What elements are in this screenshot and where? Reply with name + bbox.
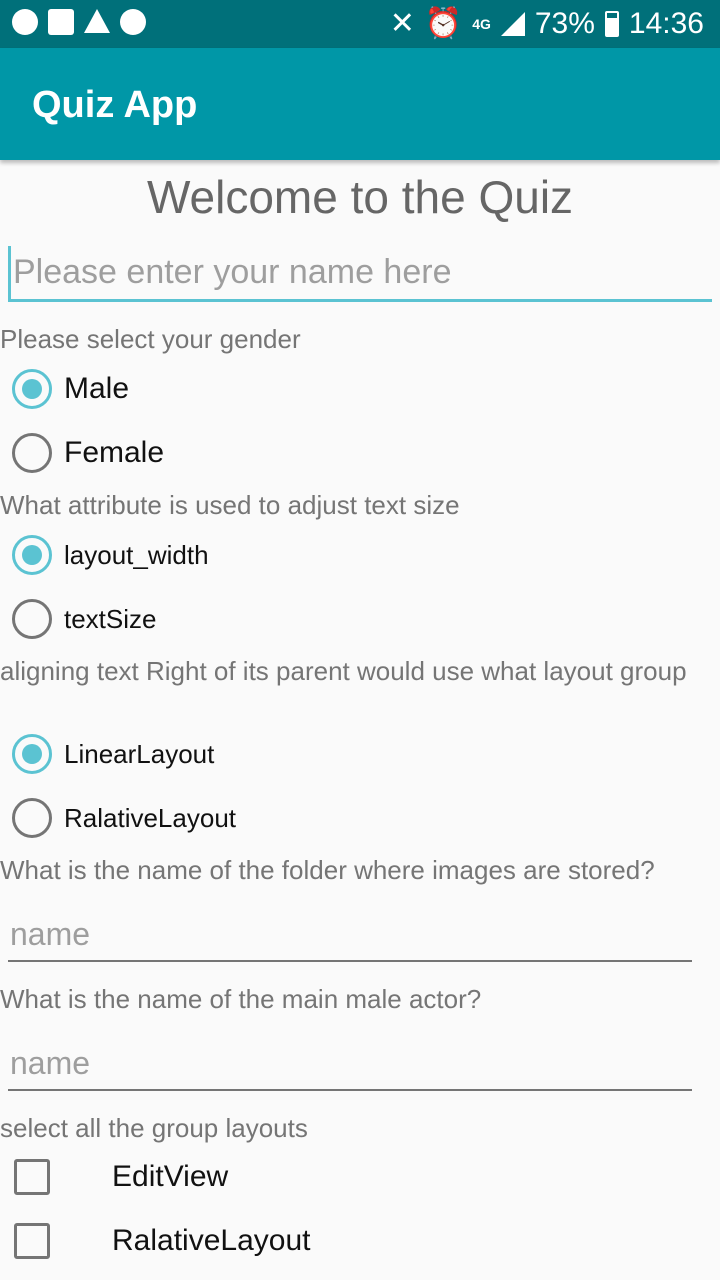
network-type: 4G	[472, 15, 491, 32]
mute-icon: ✕	[389, 7, 415, 40]
status-indicators: ✕ ⏰ 4G 73% 14:36	[390, 6, 704, 41]
radio-label: RalativeLayout	[64, 802, 236, 833]
clock: 14:36	[628, 6, 704, 40]
checkbox-label: EditView	[112, 1160, 229, 1193]
warning-icon	[84, 9, 110, 33]
q1-option-textsize[interactable]: textSize	[12, 599, 157, 639]
radio-label: LinearLayout	[64, 738, 215, 769]
name-input[interactable]	[8, 246, 712, 302]
radio-label: textSize	[64, 603, 157, 634]
q5-option-ralativelayout[interactable]: RalativeLayout	[14, 1223, 310, 1259]
notification-icons	[12, 9, 146, 35]
radio-label: layout_width	[64, 539, 209, 570]
checkbox-icon[interactable]	[14, 1223, 50, 1259]
radio-label: Female	[64, 436, 165, 469]
radio-selected-icon	[12, 535, 52, 575]
q1-question: What attribute is used to adjust text si…	[0, 490, 460, 520]
signal-icon	[500, 11, 525, 36]
checkbox-label: RalativeLayout	[112, 1224, 311, 1257]
q5-option-editview[interactable]: EditView	[14, 1159, 228, 1195]
radio-label: Male	[64, 372, 130, 405]
q2-question: aligning text Right of its parent would …	[0, 656, 687, 686]
checkbox-icon[interactable]	[14, 1159, 50, 1195]
gender-question: Please select your gender	[0, 324, 301, 354]
battery-percent: 73%	[534, 6, 595, 40]
alarm-icon: ⏰	[424, 7, 463, 40]
status-bar: ✕ ⏰ 4G 73% 14:36	[0, 0, 720, 48]
music-icon	[12, 9, 38, 35]
radio-unselected-icon	[12, 798, 52, 838]
gender-female-radio[interactable]: Female	[12, 433, 164, 473]
q1-option-layout-width[interactable]: layout_width	[12, 535, 209, 575]
radio-selected-icon	[12, 734, 52, 774]
q5-question: select all the group layouts	[0, 1113, 308, 1143]
battery-icon	[604, 10, 619, 37]
q3-answer-input[interactable]	[8, 908, 692, 962]
radio-unselected-icon	[12, 433, 52, 473]
q2-option-linearlayout[interactable]: LinearLayout	[12, 734, 214, 774]
app-title: Quiz App	[32, 84, 198, 126]
page-title: Welcome to the Quiz	[146, 171, 574, 223]
gender-male-radio[interactable]: Male	[12, 369, 129, 409]
q3-question: What is the name of the folder where ima…	[0, 855, 655, 885]
radio-selected-icon	[12, 369, 52, 409]
q4-answer-input[interactable]	[8, 1037, 692, 1091]
q4-question: What is the name of the main male actor?	[0, 984, 482, 1014]
image-icon	[48, 9, 74, 35]
app-bar: Quiz App	[0, 48, 720, 160]
radio-unselected-icon	[12, 599, 52, 639]
q2-option-ralativelayout[interactable]: RalativeLayout	[12, 798, 236, 838]
settings-icon	[120, 9, 146, 35]
